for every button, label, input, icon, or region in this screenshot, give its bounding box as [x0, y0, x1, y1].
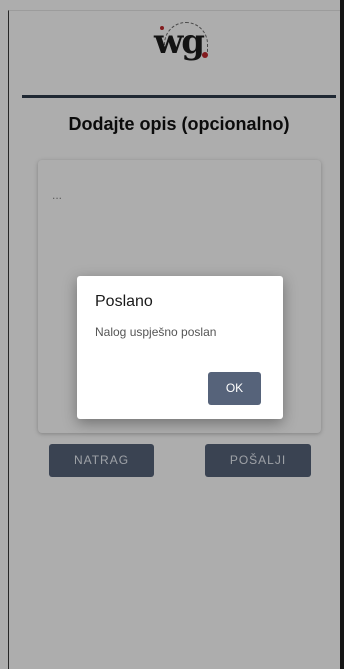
dialog-title: Poslano: [95, 293, 153, 310]
ok-button[interactable]: OK: [208, 372, 261, 405]
dialog-message: Nalog uspješno poslan: [95, 325, 217, 339]
success-dialog: Poslano Nalog uspješno poslan OK: [77, 276, 283, 419]
